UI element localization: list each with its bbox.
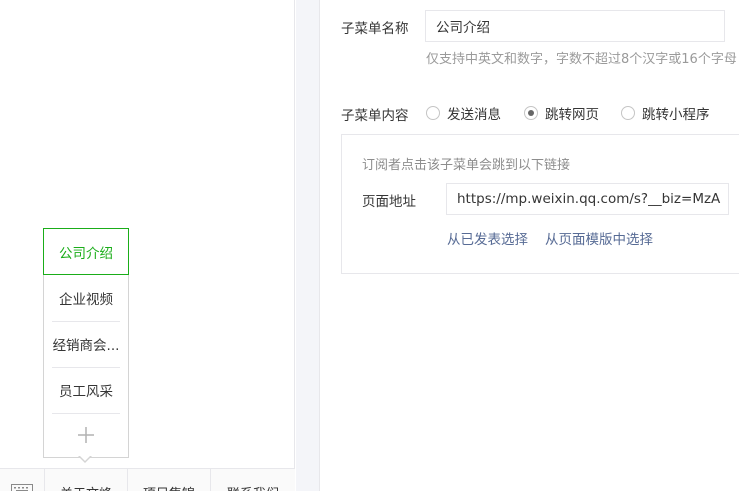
submenu-item-label: 公司介绍 bbox=[59, 245, 113, 262]
pane-gutter bbox=[296, 0, 319, 491]
menu-item-label: 项目集锦 bbox=[128, 483, 210, 491]
submenu-item-label: 经销商会... bbox=[52, 338, 120, 354]
jump-webpage-panel: 订阅者点击该子菜单会跳到以下链接 页面地址 从已发表选择 从页面模版中选择 bbox=[341, 134, 739, 274]
submenu-name-hint: 仅支持中英文和数字，字数不超过8个汉字或16个字母 bbox=[426, 52, 737, 67]
add-submenu-button[interactable] bbox=[44, 413, 128, 457]
submenu-editor: 子菜单名称 仅支持中英文和数字，字数不超过8个汉字或16个字母 子菜单内容 发送… bbox=[319, 0, 739, 491]
page-url-input[interactable] bbox=[446, 183, 729, 215]
jump-description: 订阅者点击该子菜单会跳到以下链接 bbox=[362, 158, 571, 173]
menu-item-about[interactable]: 关于文峰 bbox=[45, 469, 128, 491]
radio-label: 跳转网页 bbox=[545, 107, 599, 123]
menu-preview-pane: 公司介绍 企业视频 经销商会... 员工风采 bbox=[0, 0, 295, 491]
keyboard-icon bbox=[11, 484, 33, 491]
submenu-item-video[interactable]: 企业视频 bbox=[44, 275, 128, 321]
submenu-item-company-intro[interactable]: 公司介绍 bbox=[43, 228, 129, 275]
submenu-item-staff[interactable]: 员工风采 bbox=[44, 367, 128, 413]
plus-icon bbox=[78, 427, 94, 443]
submenu-content-label: 子菜单内容 bbox=[341, 108, 409, 124]
page-url-label: 页面地址 bbox=[362, 194, 416, 210]
menu-item-label: 联系我们 bbox=[211, 483, 295, 491]
popup-arrow-inner bbox=[79, 455, 91, 461]
radio-jump-miniprogram[interactable]: 跳转小程序 bbox=[621, 103, 710, 123]
radio-label: 发送消息 bbox=[447, 107, 501, 123]
menu-bar: 关于文峰 项目集锦 联系我们 bbox=[0, 468, 295, 491]
submenu-item-label: 企业视频 bbox=[59, 292, 113, 308]
submenu-popup: 公司介绍 企业视频 经销商会... 员工风采 bbox=[43, 228, 129, 458]
radio-unchecked-icon[interactable] bbox=[426, 106, 440, 120]
radio-unchecked-icon[interactable] bbox=[621, 106, 635, 120]
select-template-link[interactable]: 从页面模版中选择 bbox=[545, 228, 653, 248]
radio-jump-webpage[interactable]: 跳转网页 bbox=[524, 103, 599, 123]
keyboard-toggle[interactable] bbox=[0, 469, 45, 491]
menu-item-contact[interactable]: 联系我们 bbox=[211, 469, 295, 491]
radio-label: 跳转小程序 bbox=[642, 107, 710, 123]
select-published-link[interactable]: 从已发表选择 bbox=[447, 228, 528, 248]
menu-item-projects[interactable]: 项目集锦 bbox=[128, 469, 211, 491]
submenu-item-dealer[interactable]: 经销商会... bbox=[44, 321, 128, 367]
radio-checked-icon[interactable] bbox=[524, 106, 538, 120]
menu-item-label: 关于文峰 bbox=[45, 483, 127, 491]
submenu-name-label: 子菜单名称 bbox=[341, 21, 409, 37]
submenu-item-label: 员工风采 bbox=[59, 384, 113, 400]
submenu-name-input[interactable] bbox=[425, 10, 725, 42]
radio-send-message[interactable]: 发送消息 bbox=[426, 103, 501, 123]
